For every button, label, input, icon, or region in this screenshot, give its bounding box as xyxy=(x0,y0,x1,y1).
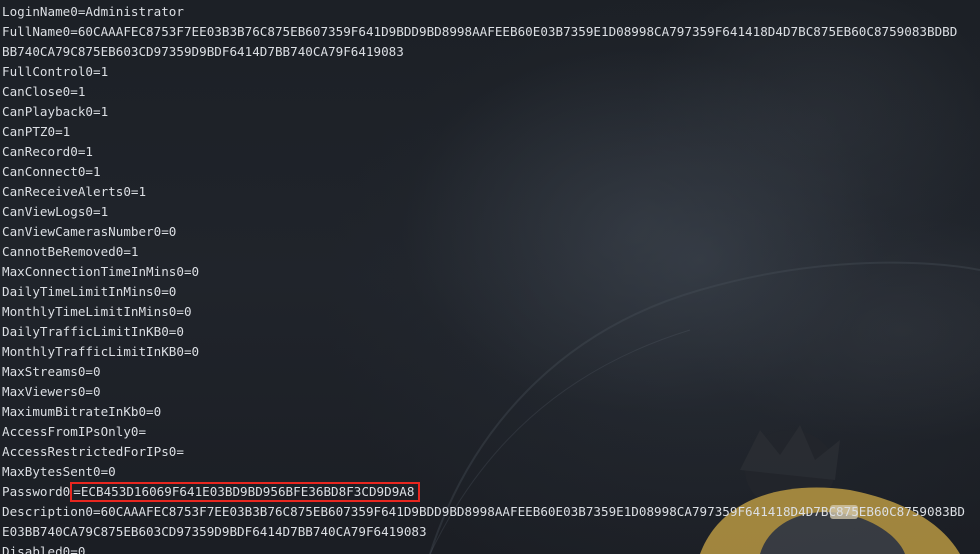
terminal-line: Description0=60CAAAFEC8753F7EE03B3B76C87… xyxy=(2,504,965,519)
password-line: Password0 =ECB453D16069F641E03BD9BD956BFE… xyxy=(2,482,978,502)
terminal-line: MonthlyTimeLimitInMins0=0 xyxy=(2,304,192,319)
terminal-line: CannotBeRemoved0=1 xyxy=(2,244,139,259)
terminal-line: Disabled0=0 xyxy=(2,544,86,554)
terminal-line: CanClose0=1 xyxy=(2,84,86,99)
terminal-line: CanPTZ0=1 xyxy=(2,124,71,139)
terminal-line: CanViewLogs0=1 xyxy=(2,204,109,219)
terminal-line: FullControl0=1 xyxy=(2,64,109,79)
terminal-line: FullName0=60CAAAFEC8753F7EE03B3B76C875EB… xyxy=(2,24,958,39)
terminal-output: LoginName0=Administrator FullName0=60CAAA… xyxy=(2,2,978,554)
terminal-line: CanViewCamerasNumber0=0 xyxy=(2,224,177,239)
terminal-line: MaxStreams0=0 xyxy=(2,364,101,379)
terminal-line: LoginName0=Administrator xyxy=(2,4,184,19)
terminal-line: AccessRestrictedForIPs0= xyxy=(2,444,184,459)
terminal-line: DailyTrafficLimitInKB0=0 xyxy=(2,324,184,339)
terminal-line: MaximumBitrateInKb0=0 xyxy=(2,404,162,419)
terminal-line: CanConnect0=1 xyxy=(2,164,101,179)
terminal-line: CanRecord0=1 xyxy=(2,144,93,159)
terminal-line: E03BB740CA79C875EB603CD97359D9BDF6414D7B… xyxy=(2,524,427,539)
terminal-line: MaxConnectionTimeInMins0=0 xyxy=(2,264,200,279)
terminal-line: MaxBytesSent0=0 xyxy=(2,464,116,479)
terminal-line: AccessFromIPsOnly0= xyxy=(2,424,147,439)
terminal-line: MaxViewers0=0 xyxy=(2,384,101,399)
password-hash-highlight: =ECB453D16069F641E03BD9BD956BFE36BD8F3CD… xyxy=(70,482,421,502)
terminal-line: CanReceiveAlerts0=1 xyxy=(2,184,147,199)
terminal-line: MonthlyTrafficLimitInKB0=0 xyxy=(2,344,200,359)
terminal-line: CanPlayback0=1 xyxy=(2,104,109,119)
terminal-line: BB740CA79C875EB603CD97359D9BDF6414D7BB74… xyxy=(2,44,404,59)
password-key: Password0 xyxy=(2,484,71,499)
terminal-line: DailyTimeLimitInMins0=0 xyxy=(2,284,177,299)
